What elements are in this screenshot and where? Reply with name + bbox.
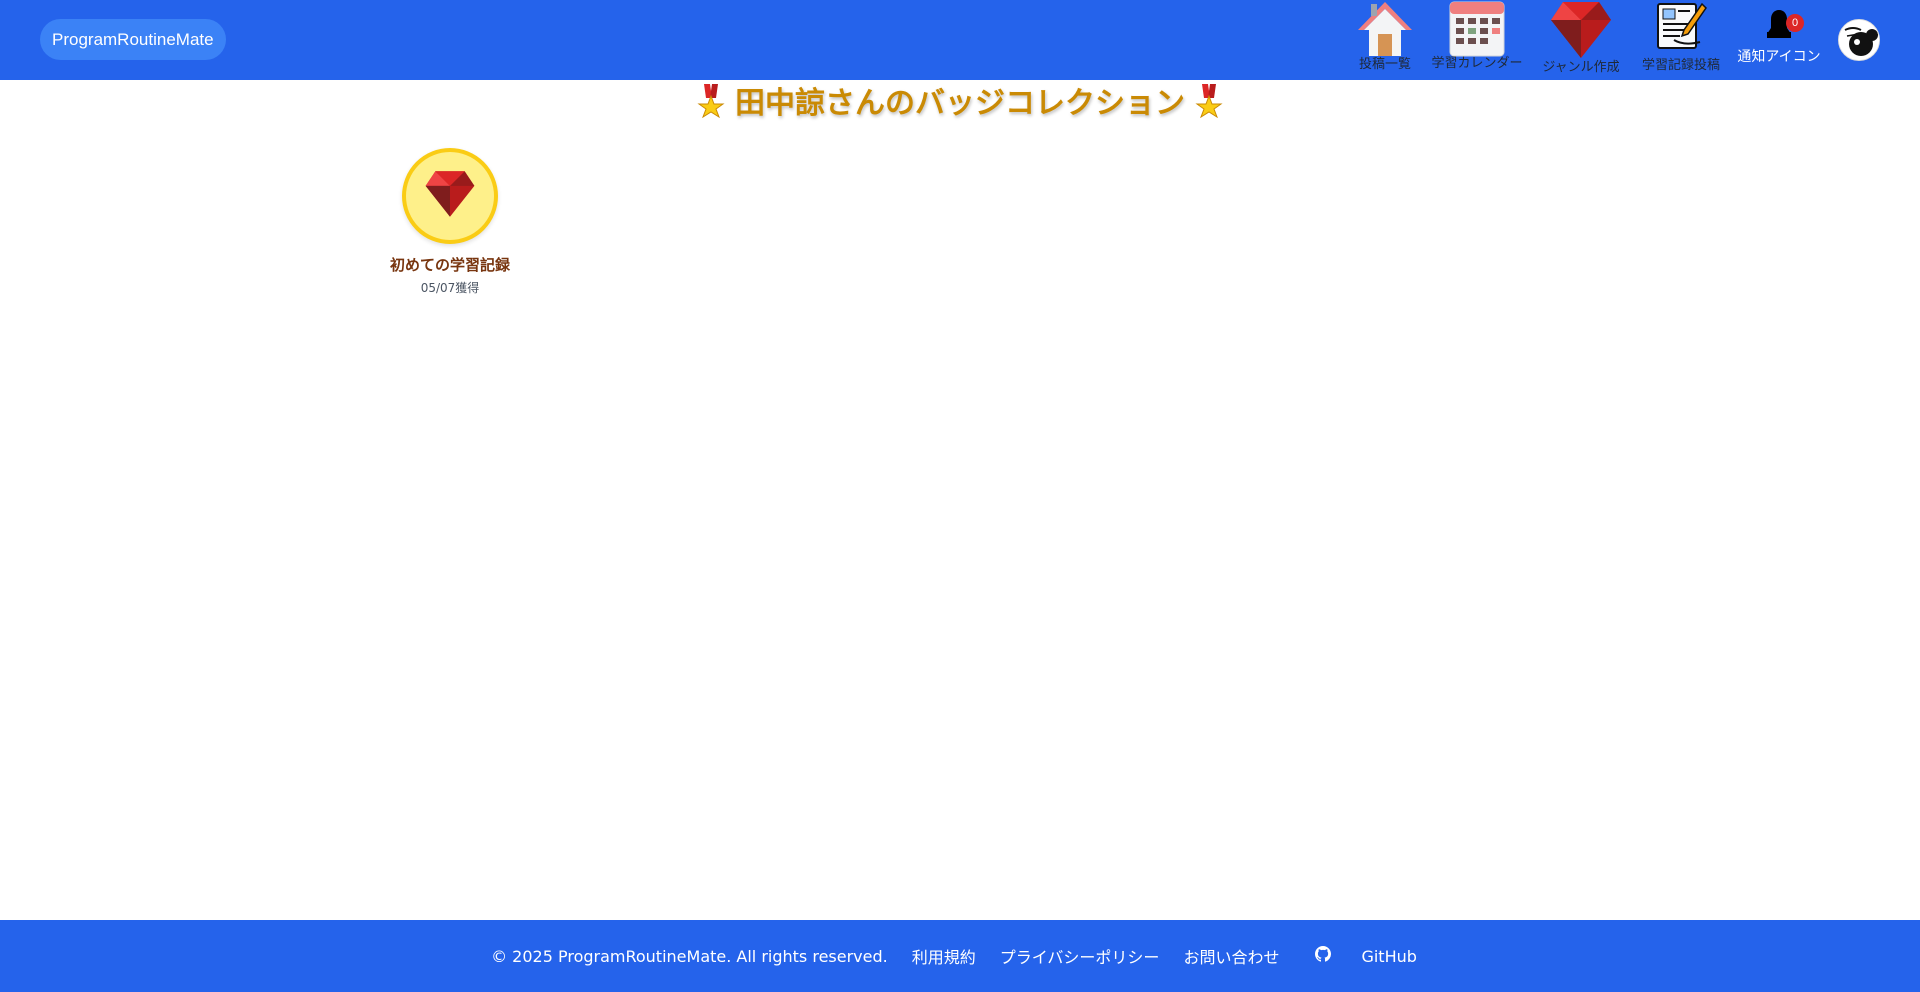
github-label: GitHub bbox=[1361, 946, 1417, 966]
nav-notifications-label: 通知アイコン bbox=[1737, 49, 1821, 65]
terms-link[interactable]: 利用規約 bbox=[912, 944, 976, 968]
badge-name: 初めての学習記録 bbox=[389, 256, 510, 274]
privacy-link[interactable]: プライバシーポリシー bbox=[1000, 944, 1160, 968]
ruby-gem-icon bbox=[1549, 0, 1613, 60]
top-navbar: ProgramRoutineMate 投稿一覧 学習カレンダー ジャンル作成 学… bbox=[0, 0, 1920, 80]
badge-circle bbox=[402, 148, 498, 244]
medal-icon bbox=[1195, 83, 1224, 126]
ruby-gem-icon bbox=[424, 169, 476, 223]
brand-link[interactable]: ProgramRoutineMate bbox=[40, 19, 226, 60]
page-title-text: 田中諒さんのバッジコレクション bbox=[735, 86, 1185, 121]
contact-link[interactable]: お問い合わせ bbox=[1183, 944, 1279, 968]
nav-posts-label: 投稿一覧 bbox=[1358, 57, 1411, 72]
avatar[interactable] bbox=[1838, 19, 1880, 61]
badge-earned-date: 05/07獲得 bbox=[420, 281, 480, 295]
memo-pencil-icon bbox=[1654, 0, 1708, 54]
copyright-text: © 2025 ProgramRoutineMate. All rights re… bbox=[491, 946, 888, 966]
github-icon bbox=[1315, 946, 1332, 966]
nav-calendar[interactable]: 学習カレンダー bbox=[1428, 0, 1526, 71]
nav-posts[interactable]: 投稿一覧 bbox=[1354, 0, 1416, 72]
medal-icon bbox=[696, 83, 725, 126]
footer: © 2025 ProgramRoutineMate. All rights re… bbox=[0, 920, 1920, 992]
nav-genre[interactable]: ジャンル作成 bbox=[1538, 0, 1624, 75]
nav-new-record[interactable]: 学習記録投稿 bbox=[1636, 0, 1726, 73]
nav-new-record-label: 学習記録投稿 bbox=[1641, 58, 1720, 73]
badge-card[interactable]: 初めての学習記録 05/07獲得 bbox=[380, 148, 520, 296]
nav-notifications[interactable]: 通知アイコン 0 bbox=[1736, 8, 1822, 66]
notification-count-badge: 0 bbox=[1786, 14, 1804, 32]
page-title: 田中諒さんのバッジコレクション bbox=[0, 78, 1920, 126]
nav-calendar-label: 学習カレンダー bbox=[1431, 56, 1523, 71]
nav-genre-label: ジャンル作成 bbox=[1542, 60, 1620, 75]
github-link[interactable]: GitHub bbox=[1303, 946, 1428, 966]
avatar-icon bbox=[1839, 20, 1879, 60]
house-icon bbox=[1356, 0, 1414, 58]
calendar-icon bbox=[1448, 0, 1506, 58]
